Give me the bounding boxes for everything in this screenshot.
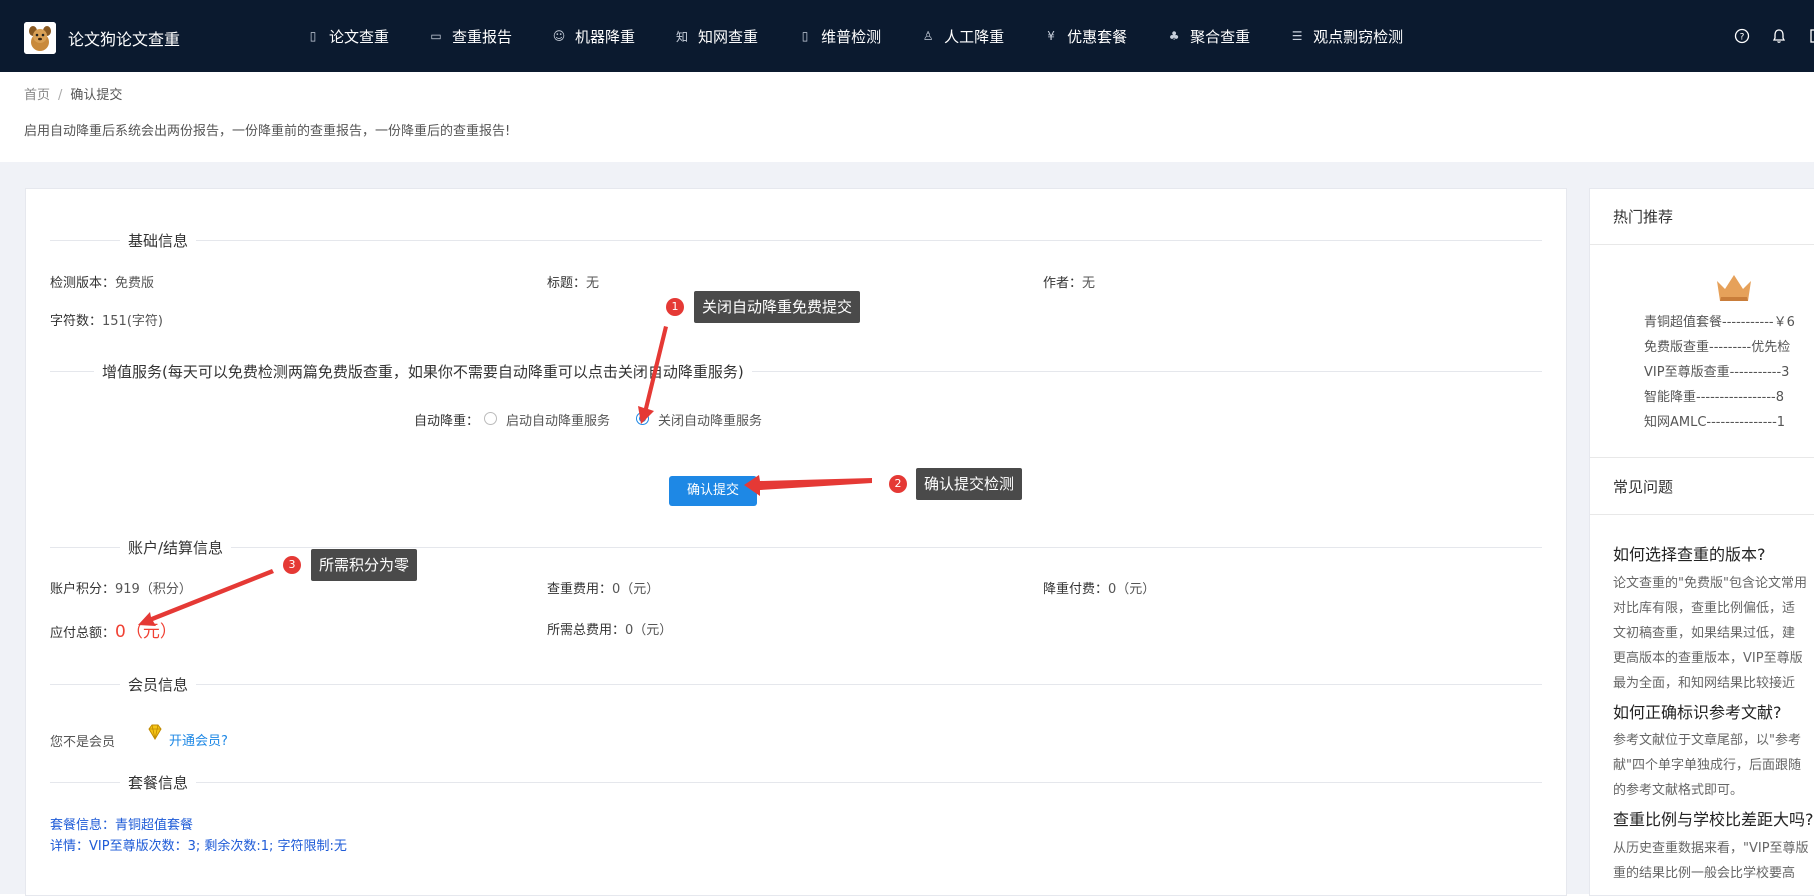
tip-badge-1: 1: [666, 298, 684, 316]
hot-title: 热门推荐: [1613, 208, 1674, 226]
faq-question[interactable]: 查重比例与学校比差距大吗?: [1613, 806, 1814, 830]
faq-answer-line: 对比库有限，查重比例偏低，适: [1613, 601, 1796, 616]
faq-answer-line: 的参考文献格式即可。: [1613, 783, 1744, 798]
faq-answer-line: 从历史查重数据来看，"VIP至尊版: [1613, 841, 1809, 856]
divider: [1590, 244, 1814, 245]
faq-answer: 论文查重的"免费版"包含论文常用 对比库有限，查重比例偏低，适 文初稿查重，如果…: [1613, 571, 1814, 696]
faq-answer-line: 更高版本的查重版本，VIP至尊版: [1613, 651, 1803, 666]
tip-badge-2: 2: [889, 475, 907, 493]
hot-package-item[interactable]: VIP至尊版查重-----------3: [1644, 361, 1789, 380]
faq-answer-line: 文初稿查重，如果结果过低，建: [1613, 626, 1796, 641]
faq-title: 常见问题: [1613, 478, 1674, 496]
faq-answer: 从历史查重数据来看，"VIP至尊版 重的结果比例一般会比学校要高: [1613, 836, 1814, 886]
crown-icon: [1715, 273, 1753, 307]
tip-badge-3: 3: [283, 556, 301, 574]
faq-answer-line: 献"四个单字单独成行，后面跟随: [1613, 758, 1801, 773]
annotation-arrows: [138, 326, 872, 626]
faq-question[interactable]: 如何正确标识参考文献?: [1613, 699, 1782, 723]
faq-question[interactable]: 如何选择查重的版本?: [1613, 541, 1766, 565]
hot-package-item[interactable]: 青铜超值套餐-----------￥6: [1644, 311, 1795, 330]
side-card: 热门推荐 青铜超值套餐-----------￥6 免费版查重---------优…: [1589, 188, 1814, 896]
hot-package-item[interactable]: 智能降重-----------------8: [1644, 386, 1784, 405]
arrow-2: [744, 475, 872, 496]
faq-answer-line: 最为全面，和知网结果比较接近: [1613, 676, 1796, 691]
tip-1: 关闭自动降重免费提交: [694, 291, 861, 323]
faq-answer-line: 论文查重的"免费版"包含论文常用: [1613, 576, 1807, 591]
divider: [1590, 514, 1814, 515]
faq-answer-line: 参考文献位于文章尾部，以"参考: [1613, 733, 1801, 748]
arrow-1: [638, 326, 668, 424]
faq-answer: 参考文献位于文章尾部，以"参考 献"四个单字单独成行，后面跟随 的参考文献格式即…: [1613, 728, 1814, 803]
hot-package-item[interactable]: 知网AMLC---------------1: [1644, 411, 1785, 430]
tip-3: 所需积分为零: [311, 549, 418, 581]
arrow-3: [138, 569, 274, 626]
divider: [1590, 457, 1814, 458]
tip-2: 确认提交检测: [916, 468, 1023, 500]
hot-package-item[interactable]: 免费版查重---------优先检: [1644, 336, 1790, 355]
faq-answer-line: 重的结果比例一般会比学校要高: [1613, 866, 1796, 881]
